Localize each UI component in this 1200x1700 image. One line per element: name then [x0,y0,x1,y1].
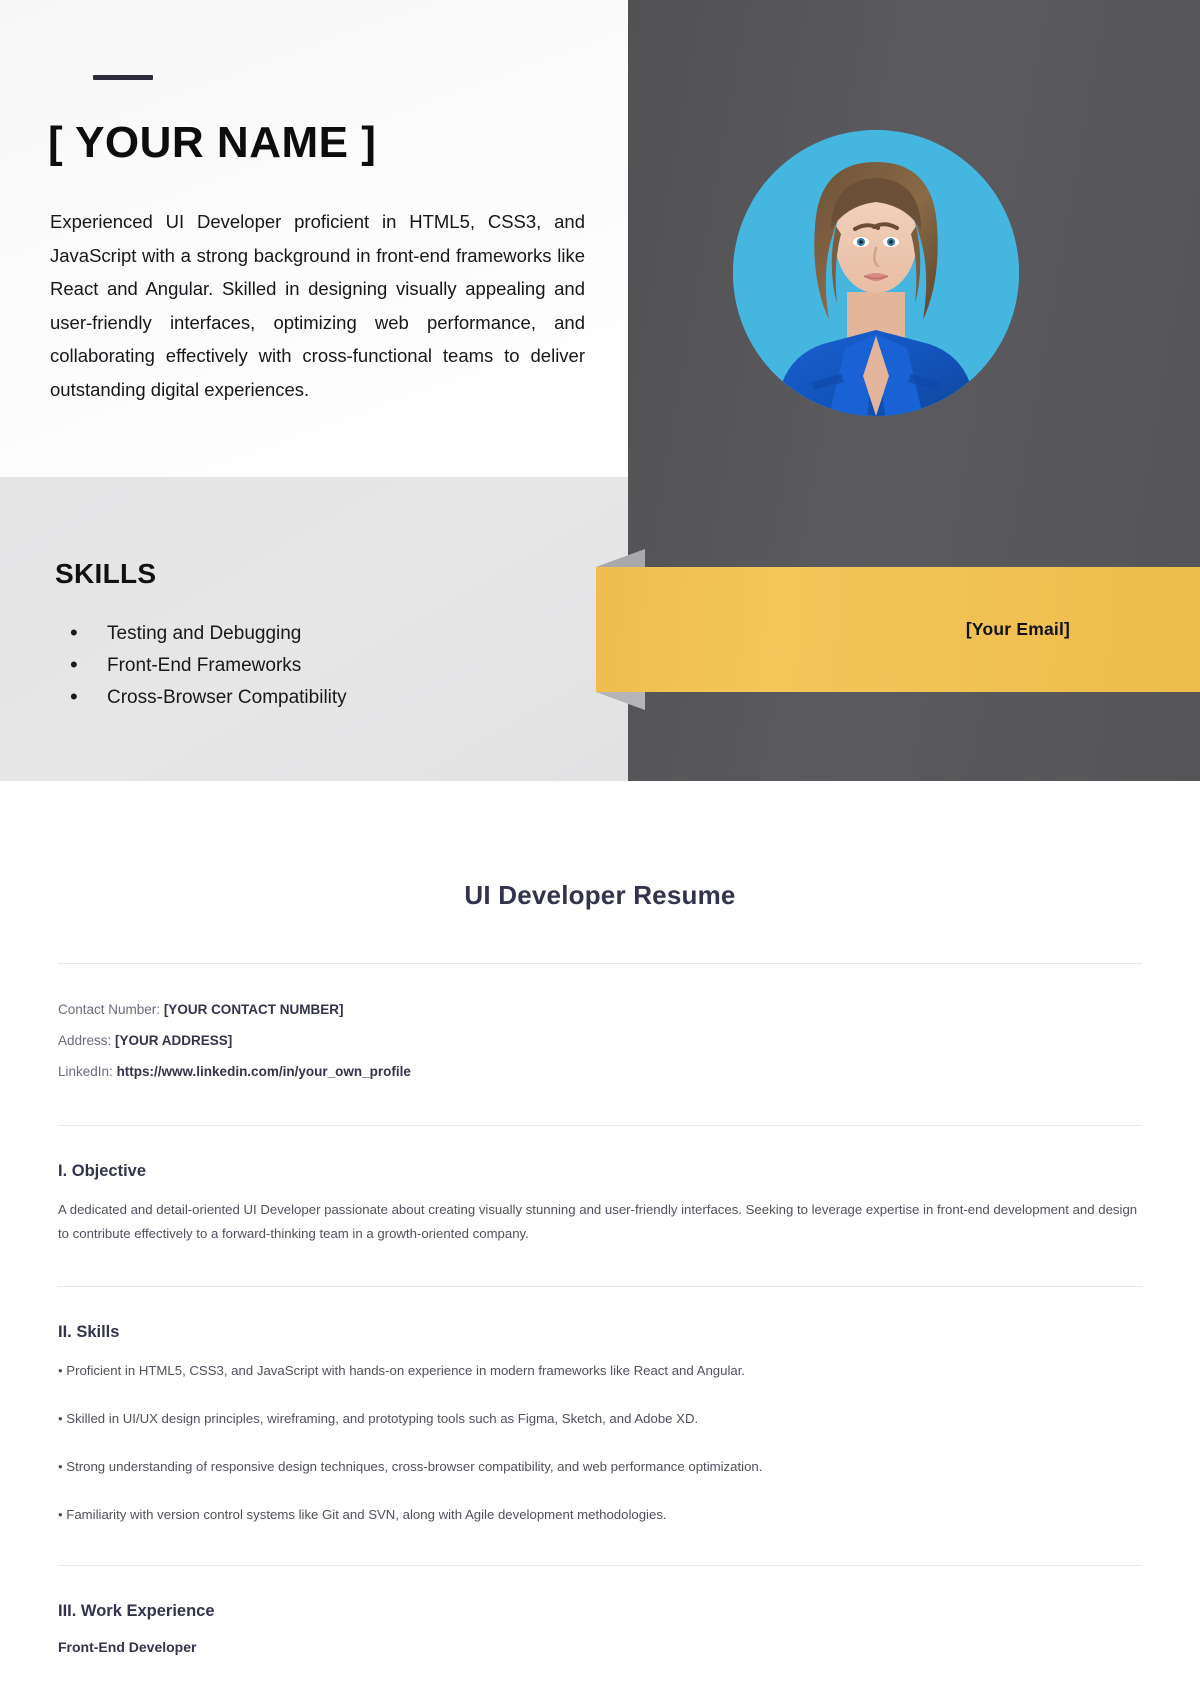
objective-heading: I. Objective [58,1162,147,1180]
linkedin-line: LinkedIn: https://www.linkedin.com/in/yo… [58,1056,1142,1087]
objective-section: I. Objective A dedicated and detail-orie… [0,1162,1200,1246]
divider [58,1125,1142,1126]
portrait-photo-icon [733,130,1019,416]
profile-summary: Experienced UI Developer proficient in H… [50,211,585,400]
work-experience-section: III. Work Experience Front-End Developer [0,1602,1200,1655]
contact-number-value: [YOUR CONTACT NUMBER] [163,1002,344,1017]
address-label: Address: [58,1033,112,1048]
contact-number-label: Contact Number: [58,1002,161,1017]
list-item: Proficient in HTML5, CSS3, and JavaScrip… [58,1359,1142,1383]
email-label: [Your Email] [965,619,1071,639]
divider [58,1286,1142,1287]
linkedin-value[interactable]: https://www.linkedin.com/in/your_own_pro… [117,1064,411,1079]
contact-block: Contact Number: [YOUR CONTACT NUMBER] Ad… [0,964,1200,1087]
resume-header-card: [ YOUR NAME ] Experienced UI Developer p… [0,0,1200,781]
linkedin-label: LinkedIn: [58,1064,113,1079]
resume-document: UI Developer Resume Contact Number: [YOU… [0,781,1200,1655]
document-title: UI Developer Resume [464,880,736,910]
page-title: [ YOUR NAME ] [48,118,377,167]
list-item: Strong understanding of responsive desig… [58,1455,1142,1479]
skills-heading: SKILLS [55,558,157,589]
skills-section-heading: II. Skills [58,1323,120,1341]
skills-section: II. Skills Proficient in HTML5, CSS3, an… [0,1323,1200,1527]
list-item: Skilled in UI/UX design principles, wire… [58,1407,1142,1431]
work-experience-entry-title: Front-End Developer [58,1639,197,1655]
list-item: Cross-Browser Compatibility [70,681,570,714]
email-ribbon: [Your Email] [596,567,1200,692]
work-experience-heading: III. Work Experience [58,1602,215,1620]
list-item: Front-End Frameworks [70,649,570,682]
objective-body: A dedicated and detail-oriented UI Devel… [58,1202,1138,1241]
divider [58,1565,1142,1566]
contact-number-line: Contact Number: [YOUR CONTACT NUMBER] [58,994,1142,1025]
skills-list: Testing and Debugging Front-End Framewor… [70,617,570,714]
list-item: Testing and Debugging [70,617,570,650]
avatar [733,130,1019,416]
address-line: Address: [YOUR ADDRESS] [58,1025,1142,1056]
address-value: [YOUR ADDRESS] [115,1033,233,1048]
accent-rule [93,75,153,80]
list-item: Familiarity with version control systems… [58,1503,1142,1527]
